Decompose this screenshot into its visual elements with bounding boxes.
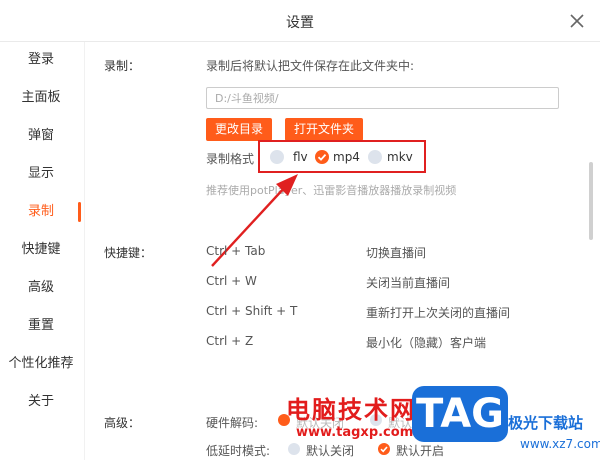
sidebar-item-login[interactable]: 登录 [0,48,82,72]
close-icon[interactable] [568,12,586,30]
low-latency-off-radio[interactable] [288,443,300,455]
sidebar-item-main-panel[interactable]: 主面板 [0,86,82,110]
sidebar-item-record[interactable]: 录制 [0,200,82,224]
sidebar-active-indicator [78,202,81,222]
watermark-site-url: www.xz7.com [520,437,600,451]
advanced-section-label: 高级： [104,416,141,430]
record-section-label: 录制： [104,59,141,73]
watermark-text: 电脑技术网 [286,396,416,424]
record-path-input[interactable] [206,87,559,109]
window-title: 设置 [286,15,314,31]
shortcut-keys: Ctrl + W [206,274,257,288]
change-directory-button[interactable]: 更改目录 [206,118,272,141]
shortcut-action: 关闭当前直播间 [366,276,451,290]
hardware-decode-label: 硬件解码: [206,416,259,430]
sidebar-item-personalized[interactable]: 个性化推荐 [0,352,82,376]
low-latency-label: 低延时模式: [206,444,271,458]
watermark-url: www.tagxp.com [296,425,414,440]
open-folder-button[interactable]: 打开文件夹 [285,118,363,141]
sidebar-item-about[interactable]: 关于 [0,390,82,414]
shortcut-section-label: 快捷键： [104,246,153,260]
shortcut-keys: Ctrl + Shift + T [206,304,298,318]
sidebar-item-popup[interactable]: 弹窗 [0,124,82,148]
low-latency-on-label[interactable]: 默认开启 [396,442,444,459]
shortcut-action: 切换直播间 [366,246,427,260]
record-description: 录制后将默认把文件保存在此文件夹中: [206,59,415,73]
shortcut-keys: Ctrl + Z [206,334,254,348]
sidebar-divider [84,42,85,460]
sidebar: 登录 主面板 弹窗 显示 录制 快捷键 高级 重置 个性化推荐 关于 [0,42,82,460]
watermark-site-name: 极光下载站 [508,414,584,432]
shortcut-action: 最小化（隐藏）客户端 [366,336,487,350]
sidebar-item-display[interactable]: 显示 [0,162,82,186]
scrollbar-thumb[interactable] [589,162,593,240]
sidebar-item-shortcuts[interactable]: 快捷键 [0,238,82,262]
shortcut-keys: Ctrl + Tab [206,244,266,258]
sidebar-item-reset[interactable]: 重置 [0,314,82,338]
title-bar: 设置 [0,0,600,42]
watermark-logo: TAG [412,386,508,442]
shortcut-action: 重新打开上次关闭的直播间 [366,306,511,320]
low-latency-on-radio[interactable] [378,443,390,455]
checkmark-icon [380,446,388,453]
low-latency-off-label[interactable]: 默认关闭 [306,442,354,459]
sidebar-item-advanced[interactable]: 高级 [0,276,82,300]
